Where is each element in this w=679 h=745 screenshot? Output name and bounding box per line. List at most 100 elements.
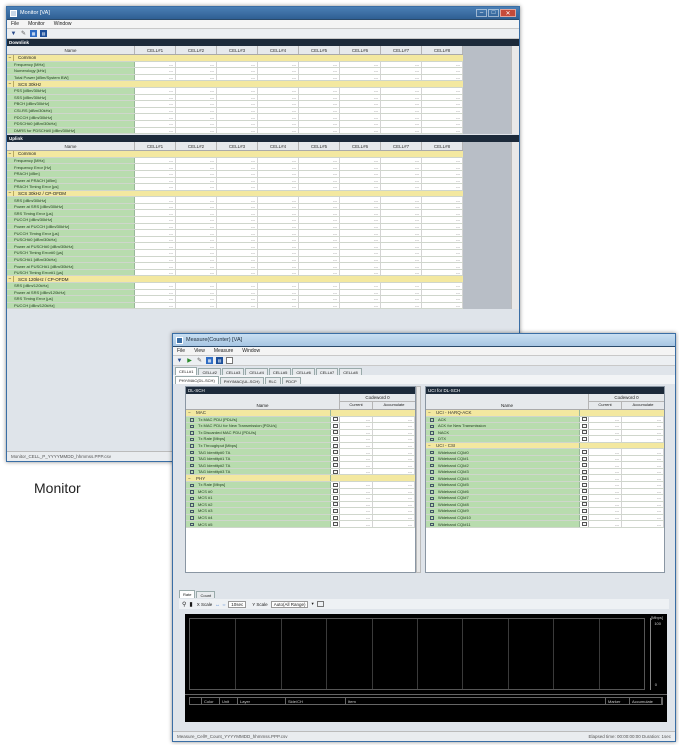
checkbox[interactable]	[190, 490, 194, 494]
collapse-icon[interactable]: −	[7, 190, 14, 196]
cell-column-header[interactable]: CELL#6	[340, 46, 381, 54]
cell-column-header[interactable]: CELL#4	[258, 46, 299, 54]
checkbox[interactable]	[430, 418, 434, 422]
table-row[interactable]: Power at SRS [dBm/30kHz] --- --- --- --- --- -…	[7, 203, 463, 211]
table-row[interactable]: SRS Timing Error [µs] --- --- --- --- --- --- -…	[7, 210, 463, 218]
checkbox[interactable]	[190, 483, 194, 488]
graph-toggle[interactable]	[580, 468, 589, 475]
cell-column-header[interactable]: CELL#2	[176, 142, 217, 151]
table-icon[interactable]: ▤	[216, 357, 223, 364]
collapse-icon[interactable]: −	[7, 276, 14, 282]
table-row[interactable]: Power at PRACH [dBm] --- --- --- --- --- --- --…	[7, 177, 463, 185]
tab-cell[interactable]: CELL#3	[221, 368, 245, 375]
checkbox[interactable]	[430, 503, 434, 507]
checkbox[interactable]	[430, 431, 434, 435]
cell-column-header[interactable]: CELL#1	[135, 142, 176, 151]
graph-toggle[interactable]	[331, 488, 340, 495]
collapse-icon[interactable]: −	[188, 476, 191, 481]
table-row[interactable]: Power at PUSCH#1 [dBm/30kHz] --- --- --- ---…	[7, 263, 463, 270]
table-row[interactable]: SRS [dBm/120kHz] --- --- --- --- --- --- --- ---	[7, 283, 463, 290]
graph-toggle[interactable]	[331, 508, 340, 514]
name-column-header[interactable]: Name	[7, 142, 135, 151]
group-row[interactable]: − SCS 30kHz / CP-OFDM	[7, 190, 463, 198]
graph-toggle[interactable]	[331, 462, 340, 468]
menu-measure[interactable]: Measure	[214, 348, 233, 354]
cell-column-header[interactable]: CELL#1	[135, 46, 176, 54]
legend-column-header[interactable]: Unit	[220, 698, 238, 704]
name-column-header[interactable]: Name	[426, 394, 589, 409]
collapse-icon[interactable]: −	[7, 55, 14, 61]
table-row[interactable]: Frequency [MHz] --- --- --- --- --- --- --- ---	[7, 61, 463, 69]
current-header[interactable]: Current	[340, 402, 373, 409]
graph-toggle[interactable]	[580, 482, 589, 488]
checkbox[interactable]	[430, 496, 434, 501]
collapse-icon[interactable]: −	[7, 151, 14, 157]
table-row[interactable]: PUCCH [dBm/30kHz] --- --- --- --- --- --- --- --…	[7, 217, 463, 224]
checkbox[interactable]	[430, 457, 434, 461]
graph-toggle[interactable]	[331, 495, 340, 501]
graph-toggle[interactable]	[580, 423, 589, 429]
checkbox[interactable]	[190, 470, 194, 474]
tab-sub[interactable]: RLC	[264, 377, 281, 384]
name-column-header[interactable]: Name	[186, 394, 340, 409]
table-row[interactable]: SRS [dBm/30kHz] --- --- --- --- --- --- --- ---	[7, 197, 463, 204]
edit-icon[interactable]: ✎	[196, 357, 203, 364]
filter-icon[interactable]: ▼	[10, 30, 17, 37]
checkbox[interactable]	[190, 437, 194, 442]
graph-toggle[interactable]	[331, 429, 340, 436]
table-row[interactable]: PUCCH [dBm/120kHz] --- --- --- --- --- --- --- -…	[7, 302, 463, 310]
tab-cell[interactable]: CELL#7	[315, 368, 339, 375]
graph-toggle[interactable]	[580, 514, 589, 521]
zoom-in-icon[interactable]: ↔	[215, 602, 220, 607]
cell-column-header[interactable]: CELL#7	[381, 46, 422, 54]
tab-sub[interactable]: PDCP	[281, 377, 301, 384]
table-row[interactable]: SRS Timing Error [µs] --- --- --- --- --- --- -…	[7, 296, 463, 303]
checkbox[interactable]	[430, 516, 434, 520]
xscale-select[interactable]: 10sec	[228, 600, 247, 608]
accumulate-header[interactable]: Accumulate	[622, 402, 664, 409]
chevron-down-icon[interactable]: ▾	[311, 601, 313, 607]
current-header[interactable]: Current	[589, 402, 622, 409]
close-icon[interactable]: ✕	[500, 9, 516, 17]
tab-cell[interactable]: CELL#5	[268, 368, 292, 375]
trash-icon[interactable]: ▮	[189, 601, 192, 608]
checkbox[interactable]	[190, 503, 194, 507]
checkbox[interactable]	[190, 450, 194, 455]
checkbox[interactable]	[430, 490, 434, 494]
graph-toggle[interactable]	[331, 482, 340, 488]
graph-toggle[interactable]	[580, 508, 589, 514]
checkbox[interactable]	[430, 470, 434, 474]
cell-column-header[interactable]: CELL#4	[258, 142, 299, 151]
graph-toggle[interactable]	[580, 501, 589, 508]
table-row[interactable]: PUSCH Timing Error#1 [µs] --- --- --- --- ---…	[7, 269, 463, 277]
menu-window[interactable]: Window	[54, 21, 72, 27]
legend-column-header[interactable]: Color	[202, 698, 220, 704]
cell-column-header[interactable]: CELL#3	[217, 46, 258, 54]
table-row[interactable]: PRACH Timing Error [µs] --- --- --- --- --- --…	[7, 184, 463, 191]
checkbox[interactable]	[430, 424, 434, 429]
table-row[interactable]: Power at PUSCH#0 [dBm/30kHz] --- --- --- ---…	[7, 243, 463, 251]
checkbox[interactable]	[190, 418, 194, 422]
uplink-scrollbar[interactable]	[511, 142, 519, 310]
tab-cell[interactable]: CELL#6	[292, 368, 315, 375]
zoom-out-icon[interactable]: ⇔	[222, 602, 227, 607]
menu-window[interactable]: Window	[242, 348, 260, 354]
cell-column-header[interactable]: CELL#5	[299, 142, 340, 151]
checkbox[interactable]	[190, 431, 194, 435]
cell-column-header[interactable]: CELL#8	[422, 142, 463, 151]
cell-column-header[interactable]: CELL#7	[381, 142, 422, 151]
table-row[interactable]: Total Power [dBm/System BW] --- --- --- --- -…	[7, 74, 463, 82]
legend-column-header[interactable]: Accumulate	[630, 698, 662, 704]
table-row[interactable]: PDSCH#0 [dBm/30kHz] --- --- --- --- --- --- ---…	[7, 120, 463, 128]
graph-toggle[interactable]	[580, 449, 589, 455]
tab-rate[interactable]: Rate	[179, 590, 196, 598]
table-row[interactable]: PRACH [dBm] --- --- --- --- --- --- --- ---	[7, 170, 463, 178]
monitor-titlebar[interactable]: Monitor [VA] – □ ✕	[7, 7, 519, 20]
grid-icon[interactable]: ▦	[30, 30, 37, 37]
graph-toggle[interactable]	[580, 462, 589, 468]
maximize-icon[interactable]: □	[488, 9, 499, 17]
graph-toggle[interactable]	[580, 436, 589, 442]
table-row[interactable]: SSS [dBm/30kHz] --- --- --- --- --- --- --- ---	[7, 94, 463, 102]
legend-checkbox[interactable]	[190, 698, 202, 704]
collapse-icon[interactable]: −	[428, 410, 431, 415]
